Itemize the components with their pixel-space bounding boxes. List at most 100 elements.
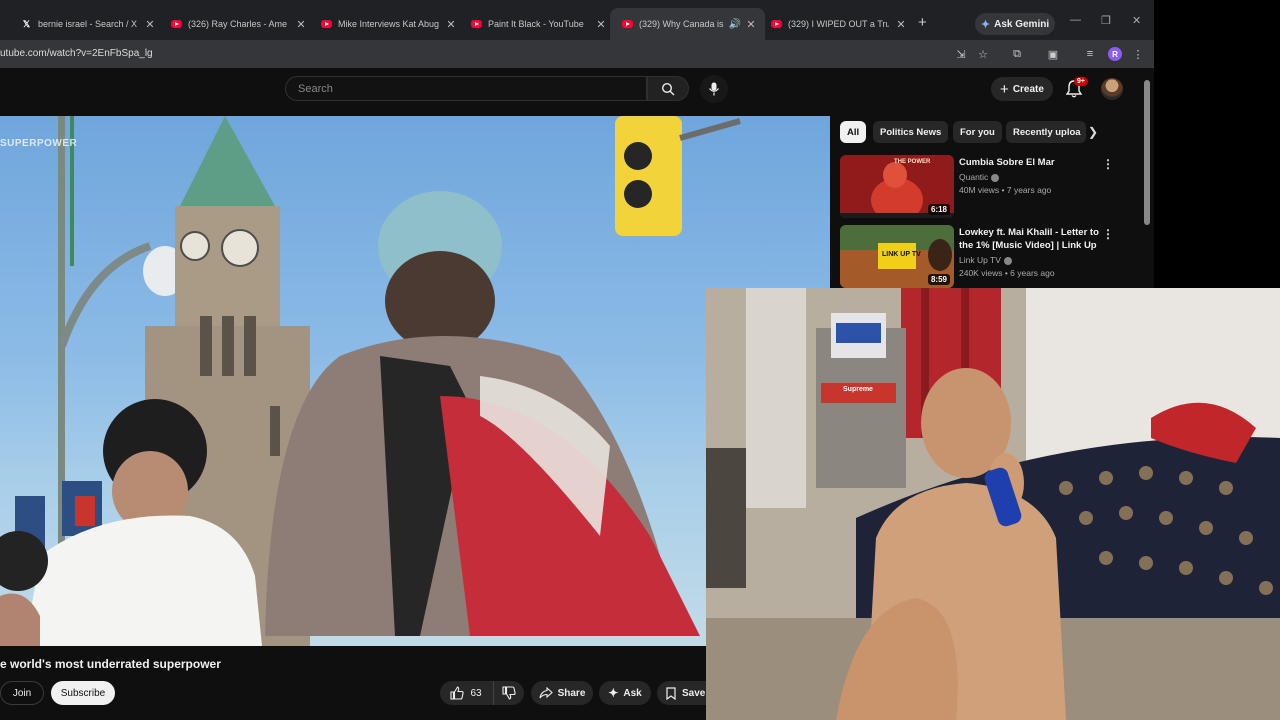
dislike-button[interactable] — [493, 681, 524, 705]
page-scrollbar[interactable] — [1144, 80, 1150, 225]
youtube-icon — [622, 20, 633, 28]
join-button[interactable]: Join — [0, 681, 44, 705]
tab-ray-charles[interactable]: (326) Ray Charles - America — [171, 12, 287, 36]
tab-paint-it-black[interactable]: Paint It Black - YouTube — [471, 12, 589, 36]
plus-icon: + — [1000, 80, 1009, 98]
share-label: Share — [557, 687, 586, 699]
youtube-icon — [321, 20, 332, 28]
video-title: e world's most underrated superpower — [0, 657, 221, 671]
browser-menu-icon[interactable]: ⋮ — [1130, 46, 1146, 62]
install-app-icon[interactable]: ⇲ — [953, 46, 969, 62]
tab-title: (326) Ray Charles - America — [188, 19, 287, 29]
more-options-icon[interactable]: ⋮ — [1102, 227, 1114, 241]
search-icon — [661, 82, 675, 95]
youtube-header: Search + Create 9+ — [0, 68, 1154, 116]
gemini-spark-icon: ✦ — [980, 18, 991, 31]
address-bar: utube.com/watch?v=2EnFbSpa_lg ⇲ ☆ ⧉ ▣ ≡ … — [0, 40, 1154, 68]
x-logo-icon: 𝕏 — [22, 18, 31, 29]
ask-button[interactable]: ✦ Ask — [599, 681, 651, 705]
search-input[interactable]: Search — [285, 76, 647, 101]
tab-bernie-israel[interactable]: 𝕏 bernie israel - Search / X — [21, 12, 141, 36]
recommendation-item[interactable]: LINK UP TV 8:59 Lowkey ft. Mai Khalil - … — [840, 225, 1114, 291]
url-field[interactable]: utube.com/watch?v=2EnFbSpa_lg — [0, 48, 153, 59]
channel-label: Link Up TV — [959, 255, 1001, 265]
profile-avatar[interactable]: R — [1108, 47, 1122, 61]
verified-check-icon — [1003, 256, 1012, 265]
save-label: Save — [682, 687, 706, 699]
thumbs-up-icon — [450, 686, 465, 700]
tab-mike-interviews[interactable]: Mike Interviews Kat Abughaz — [321, 12, 439, 36]
thumbnail-text: THE POWER — [894, 159, 931, 165]
picture-in-picture-icon[interactable]: ▣ — [1045, 46, 1061, 62]
new-tab-plus-icon[interactable]: + — [918, 14, 927, 31]
desktop-background — [1154, 0, 1280, 288]
youtube-icon — [171, 20, 182, 28]
webcam-overlay: Supreme — [706, 288, 1280, 720]
share-button[interactable]: Share — [531, 681, 593, 705]
like-count: 63 — [470, 687, 482, 699]
tab-title: Mike Interviews Kat Abughaz — [338, 19, 439, 29]
duration-badge: 6:18 — [927, 204, 950, 215]
account-avatar[interactable] — [1101, 78, 1123, 100]
tab-close-icon[interactable]: ✕ — [893, 12, 909, 36]
chip-for-you[interactable]: For you — [953, 121, 1002, 143]
chip-all[interactable]: All — [840, 121, 867, 143]
youtube-icon — [771, 20, 782, 28]
tab-title: Paint It Black - YouTube — [488, 19, 584, 29]
subscribe-button[interactable]: Subscribe — [51, 681, 115, 705]
tab-close-icon[interactable]: ✕ — [293, 12, 309, 36]
voice-search-button[interactable] — [700, 75, 728, 103]
restore-icon[interactable]: ❐ — [1101, 14, 1111, 27]
thumbs-down-icon — [502, 686, 516, 700]
recommendation-title: Cumbia Sobre El Mar — [959, 157, 1055, 168]
bookmark-star-icon[interactable]: ☆ — [975, 46, 991, 62]
media-control-icon[interactable]: ≡ — [1082, 46, 1098, 62]
share-arrow-icon — [539, 687, 553, 699]
duration-badge: 8:59 — [927, 274, 950, 285]
channel-label: Quantic — [959, 172, 989, 182]
tab-close-icon[interactable]: ✕ — [743, 12, 759, 36]
minimize-icon[interactable]: — — [1070, 14, 1081, 26]
tab-close-icon[interactable]: ✕ — [443, 12, 459, 36]
thumbnail-text: LINK UP TV — [882, 251, 921, 258]
tab-close-icon[interactable]: ✕ — [142, 12, 158, 36]
close-window-icon[interactable]: ✕ — [1132, 14, 1141, 27]
extensions-puzzle-icon[interactable]: ⧉ — [1009, 46, 1025, 62]
create-label: Create — [1012, 83, 1044, 95]
tab-title: bernie israel - Search / X — [38, 19, 138, 29]
tab-close-icon[interactable]: ✕ — [593, 12, 609, 36]
ask-label: Ask — [623, 687, 642, 699]
recommendation-title: Lowkey ft. Mai Khalil - Letter to the 1%… — [959, 227, 1099, 251]
search-button[interactable] — [647, 76, 689, 101]
chip-recently-uploaded[interactable]: Recently uploa — [1006, 121, 1086, 143]
video-thumbnail[interactable]: THE POWER 6:18 — [840, 155, 954, 218]
recommendation-item[interactable]: THE POWER 6:18 Cumbia Sobre El Mar Quant… — [840, 155, 1114, 221]
tab-wiped-out-trump[interactable]: (329) I WIPED OUT a Trump — [771, 12, 889, 36]
sparkle-icon: ✦ — [608, 686, 619, 700]
notification-badge: 9+ — [1074, 77, 1088, 86]
chip-politics-news[interactable]: Politics News — [873, 121, 949, 143]
video-thumbnail[interactable]: LINK UP TV 8:59 — [840, 225, 954, 288]
video-meta: 40M views • 7 years ago — [959, 185, 1052, 195]
screen: 𝕏 bernie israel - Search / X ✕ (326) Ray… — [0, 0, 1280, 720]
ask-gemini-button[interactable]: ✦ Ask Gemini — [975, 13, 1055, 35]
video-watermark: SUPERPOWER — [0, 138, 78, 149]
ask-gemini-label: Ask Gemini — [994, 18, 1050, 30]
microphone-icon — [709, 82, 719, 96]
tab-title: (329) Why Canada is The — [639, 19, 726, 29]
youtube-icon — [471, 20, 482, 28]
tab-why-canada[interactable]: (329) Why Canada is The — [622, 12, 726, 36]
video-meta: 240K views • 6 years ago — [959, 268, 1055, 278]
more-options-icon[interactable]: ⋮ — [1102, 157, 1114, 171]
channel-name: Quantic — [959, 172, 1000, 182]
webcam-frame — [706, 288, 1280, 720]
like-button[interactable]: 63 — [440, 681, 492, 705]
box-label: Supreme — [843, 386, 873, 393]
speaker-icon[interactable]: 🔊 — [727, 12, 743, 36]
chevron-right-icon[interactable]: ❯ — [1088, 125, 1098, 139]
bookmark-icon — [666, 686, 676, 700]
channel-name: Link Up TV — [959, 255, 1012, 265]
verified-check-icon — [991, 173, 1000, 182]
tab-title: (329) I WIPED OUT a Trump — [788, 19, 889, 29]
create-button[interactable]: + Create — [991, 77, 1053, 101]
